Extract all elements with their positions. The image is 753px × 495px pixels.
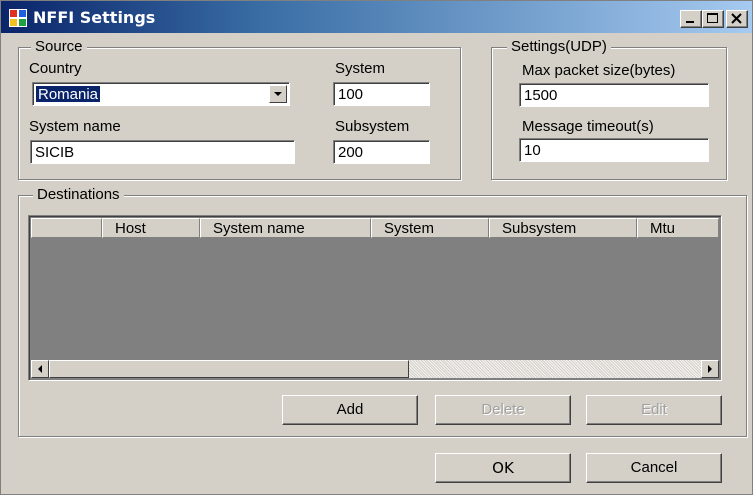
chevron-down-icon bbox=[274, 92, 282, 96]
system-name-label: System name bbox=[29, 118, 121, 135]
close-button[interactable] bbox=[726, 10, 748, 28]
settings-legend: Settings(UDP) bbox=[507, 39, 611, 55]
edit-button[interactable]: Edit bbox=[586, 395, 722, 425]
country-label: Country bbox=[29, 60, 82, 77]
ok-button[interactable]: OK bbox=[435, 453, 571, 483]
title-bar[interactable]: NFFI Settings bbox=[1, 1, 752, 33]
column-header-subsystem[interactable]: Subsystem bbox=[489, 218, 637, 238]
column-header-mtu[interactable]: Mtu bbox=[637, 218, 719, 238]
settings-window: NFFI Settings Source Country Romania Sys… bbox=[0, 0, 753, 495]
system-label: System bbox=[335, 60, 386, 77]
source-legend: Source bbox=[31, 39, 87, 55]
column-header-host[interactable]: Host bbox=[102, 218, 200, 238]
scroll-thumb[interactable] bbox=[49, 360, 409, 378]
delete-button[interactable]: Delete bbox=[435, 395, 571, 425]
country-combobox[interactable]: Romania bbox=[32, 82, 290, 106]
add-button[interactable]: Add bbox=[282, 395, 418, 425]
column-header-select[interactable] bbox=[31, 218, 102, 238]
destinations-legend: Destinations bbox=[33, 187, 124, 203]
arrow-right-icon bbox=[708, 365, 712, 373]
scroll-left-button[interactable] bbox=[31, 360, 49, 378]
system-field[interactable]: 100 bbox=[333, 82, 430, 106]
maximize-icon bbox=[707, 13, 718, 23]
close-icon bbox=[731, 13, 742, 24]
arrow-left-icon bbox=[38, 365, 42, 373]
minimize-icon bbox=[686, 21, 694, 23]
timeout-label: Message timeout(s) bbox=[522, 118, 654, 135]
max-packet-label: Max packet size(bytes) bbox=[522, 62, 676, 79]
table-header: Host System name System Subsystem Mtu bbox=[31, 218, 719, 238]
destinations-table[interactable]: Host System name System Subsystem Mtu bbox=[28, 215, 722, 381]
max-packet-field[interactable]: 1500 bbox=[519, 83, 709, 107]
scroll-right-button[interactable] bbox=[701, 360, 719, 378]
subsystem-field[interactable]: 200 bbox=[333, 140, 430, 164]
horizontal-scrollbar[interactable] bbox=[31, 360, 719, 378]
system-name-field[interactable]: SICIB bbox=[30, 140, 295, 164]
country-selected-value: Romania bbox=[36, 86, 101, 103]
column-header-system-name[interactable]: System name bbox=[200, 218, 371, 238]
window-title: NFFI Settings bbox=[33, 8, 156, 27]
column-header-system[interactable]: System bbox=[371, 218, 489, 238]
country-dropdown-button[interactable] bbox=[269, 85, 287, 103]
maximize-button[interactable] bbox=[702, 10, 724, 28]
cancel-button[interactable]: Cancel bbox=[586, 453, 722, 483]
app-icon bbox=[9, 9, 27, 27]
timeout-field[interactable]: 10 bbox=[519, 138, 709, 162]
subsystem-label: Subsystem bbox=[335, 118, 410, 135]
minimize-button[interactable] bbox=[680, 10, 702, 28]
